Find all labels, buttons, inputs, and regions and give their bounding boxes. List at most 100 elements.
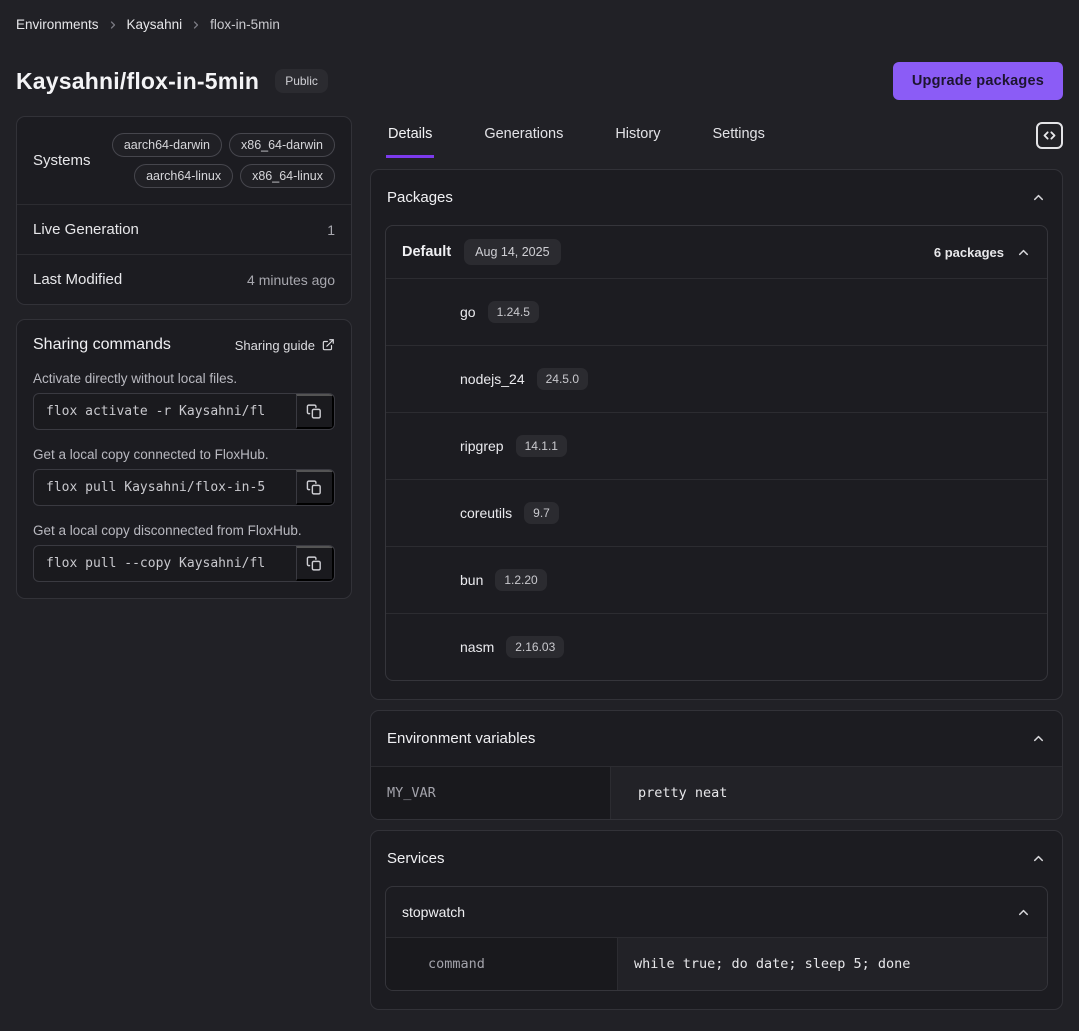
service-command-key: command	[386, 938, 618, 990]
last-modified-label: Last Modified	[33, 271, 122, 288]
package-row: ripgrep 14.1.1	[386, 413, 1047, 480]
package-name: ripgrep	[460, 438, 504, 454]
live-generation-value: 1	[327, 222, 335, 238]
environment-variables-header[interactable]: Environment variables	[371, 711, 1062, 766]
code-icon	[1042, 128, 1057, 143]
chevron-right-icon	[107, 19, 119, 31]
package-name: go	[460, 304, 476, 320]
package-row: coreutils 9.7	[386, 480, 1047, 547]
package-group-date-badge: Aug 14, 2025	[464, 239, 560, 265]
visibility-badge: Public	[275, 69, 328, 93]
systems-pills: aarch64-darwin x86_64-darwin aarch64-lin…	[105, 133, 335, 188]
package-name: nodejs_24	[460, 371, 525, 387]
share-pull-copy-command-box: flox pull --copy Kaysahni/fl	[33, 545, 335, 582]
system-pill: x86_64-darwin	[229, 133, 335, 157]
packages-section-title: Packages	[387, 189, 453, 206]
chevron-up-icon[interactable]	[1016, 245, 1031, 260]
package-row: nasm 2.16.03	[386, 614, 1047, 680]
chevron-up-icon[interactable]	[1031, 731, 1046, 746]
package-version-badge: 1.2.20	[495, 569, 546, 591]
systems-label: Systems	[33, 152, 91, 169]
package-name: bun	[460, 572, 483, 588]
upgrade-packages-button[interactable]: Upgrade packages	[893, 62, 1063, 100]
last-modified-value: 4 minutes ago	[247, 272, 335, 288]
system-pill: aarch64-linux	[134, 164, 233, 188]
service-name: stopwatch	[402, 904, 465, 920]
chevron-right-icon	[190, 19, 202, 31]
copy-button[interactable]	[296, 546, 334, 581]
package-name: nasm	[460, 639, 494, 655]
service-header[interactable]: stopwatch	[386, 887, 1047, 938]
sharing-guide-link[interactable]: Sharing guide	[235, 338, 335, 353]
copy-icon	[306, 479, 323, 496]
sharing-commands-card: Sharing commands Sharing guide Activate …	[16, 319, 352, 599]
copy-button[interactable]	[296, 394, 334, 429]
environment-variables-section: Environment variables MY_VAR pretty neat	[370, 710, 1063, 820]
chevron-up-icon[interactable]	[1031, 851, 1046, 866]
package-row: go 1.24.5	[386, 279, 1047, 346]
tab-details[interactable]: Details	[386, 116, 434, 158]
sharing-guide-label: Sharing guide	[235, 338, 315, 353]
sidebar: Systems aarch64-darwin x86_64-darwin aar…	[16, 116, 352, 599]
service-command-value: while true; do date; sleep 5; done	[618, 938, 1047, 990]
environment-info-card: Systems aarch64-darwin x86_64-darwin aar…	[16, 116, 352, 305]
environment-variables-title: Environment variables	[387, 730, 535, 747]
tab-generations[interactable]: Generations	[482, 116, 565, 158]
environment-variable-value: pretty neat	[611, 767, 1062, 819]
service-command-row: command while true; do date; sleep 5; do…	[386, 938, 1047, 990]
system-pill: x86_64-linux	[240, 164, 335, 188]
package-name: coreutils	[460, 505, 512, 521]
package-version-badge: 24.5.0	[537, 368, 588, 390]
share-pull-command-box: flox pull Kaysahni/flox-in-5	[33, 469, 335, 506]
copy-icon	[306, 403, 323, 420]
package-row: nodejs_24 24.5.0	[386, 346, 1047, 413]
systems-row: Systems aarch64-darwin x86_64-darwin aar…	[17, 117, 351, 205]
share-activate-description: Activate directly without local files.	[33, 371, 335, 386]
package-group-card: Default Aug 14, 2025 6 packages go 1.24.…	[385, 225, 1048, 681]
share-pull-command: flox pull Kaysahni/flox-in-5	[34, 470, 296, 505]
external-link-icon	[321, 338, 335, 352]
breadcrumb-owner[interactable]: Kaysahni	[127, 17, 183, 32]
packages-section: Packages Default Aug 14, 2025 6 packages	[370, 169, 1063, 700]
sharing-commands-title: Sharing commands	[33, 336, 171, 354]
share-pull-description: Get a local copy connected to FloxHub.	[33, 447, 335, 462]
tab-settings[interactable]: Settings	[710, 116, 766, 158]
packages-section-header[interactable]: Packages	[371, 170, 1062, 225]
breadcrumb-environments[interactable]: Environments	[16, 17, 99, 32]
package-group-name: Default	[402, 244, 451, 260]
package-count: 6 packages	[934, 245, 1004, 260]
environment-variable-row: MY_VAR pretty neat	[371, 766, 1062, 819]
services-section-title: Services	[387, 850, 445, 867]
share-pull-copy-command: flox pull --copy Kaysahni/fl	[34, 546, 296, 581]
page: Environments Kaysahni flox-in-5min Kaysa…	[0, 0, 1079, 1020]
package-row: bun 1.2.20	[386, 547, 1047, 614]
package-version-badge: 2.16.03	[506, 636, 564, 658]
service-card: stopwatch command while true; do date; s…	[385, 886, 1048, 991]
tab-history[interactable]: History	[613, 116, 662, 158]
chevron-up-icon[interactable]	[1016, 905, 1031, 920]
services-section-header[interactable]: Services	[371, 831, 1062, 886]
page-header: Kaysahni/flox-in-5min Public Upgrade pac…	[16, 62, 1063, 100]
page-title: Kaysahni/flox-in-5min	[16, 68, 259, 95]
share-activate-command-box: flox activate -r Kaysahni/fl	[33, 393, 335, 430]
environment-variable-key: MY_VAR	[371, 767, 611, 819]
services-section: Services stopwatch command	[370, 830, 1063, 1010]
system-pill: aarch64-darwin	[112, 133, 222, 157]
last-modified-row: Last Modified 4 minutes ago	[17, 255, 351, 304]
breadcrumb-environment: flox-in-5min	[210, 17, 280, 32]
tabbar: Details Generations History Settings	[370, 116, 1063, 158]
package-version-badge: 9.7	[524, 502, 559, 524]
main-panel: Details Generations History Settings Pac…	[370, 116, 1063, 1020]
live-generation-row: Live Generation 1	[17, 205, 351, 255]
code-view-button[interactable]	[1036, 122, 1063, 149]
chevron-up-icon[interactable]	[1031, 190, 1046, 205]
package-version-badge: 14.1.1	[516, 435, 567, 457]
copy-icon	[306, 555, 323, 572]
package-version-badge: 1.24.5	[488, 301, 539, 323]
live-generation-label: Live Generation	[33, 221, 139, 238]
share-activate-command: flox activate -r Kaysahni/fl	[34, 394, 296, 429]
breadcrumb: Environments Kaysahni flox-in-5min	[16, 0, 1063, 32]
package-group-header[interactable]: Default Aug 14, 2025 6 packages	[386, 226, 1047, 279]
copy-button[interactable]	[296, 470, 334, 505]
share-pull-copy-description: Get a local copy disconnected from FloxH…	[33, 523, 335, 538]
